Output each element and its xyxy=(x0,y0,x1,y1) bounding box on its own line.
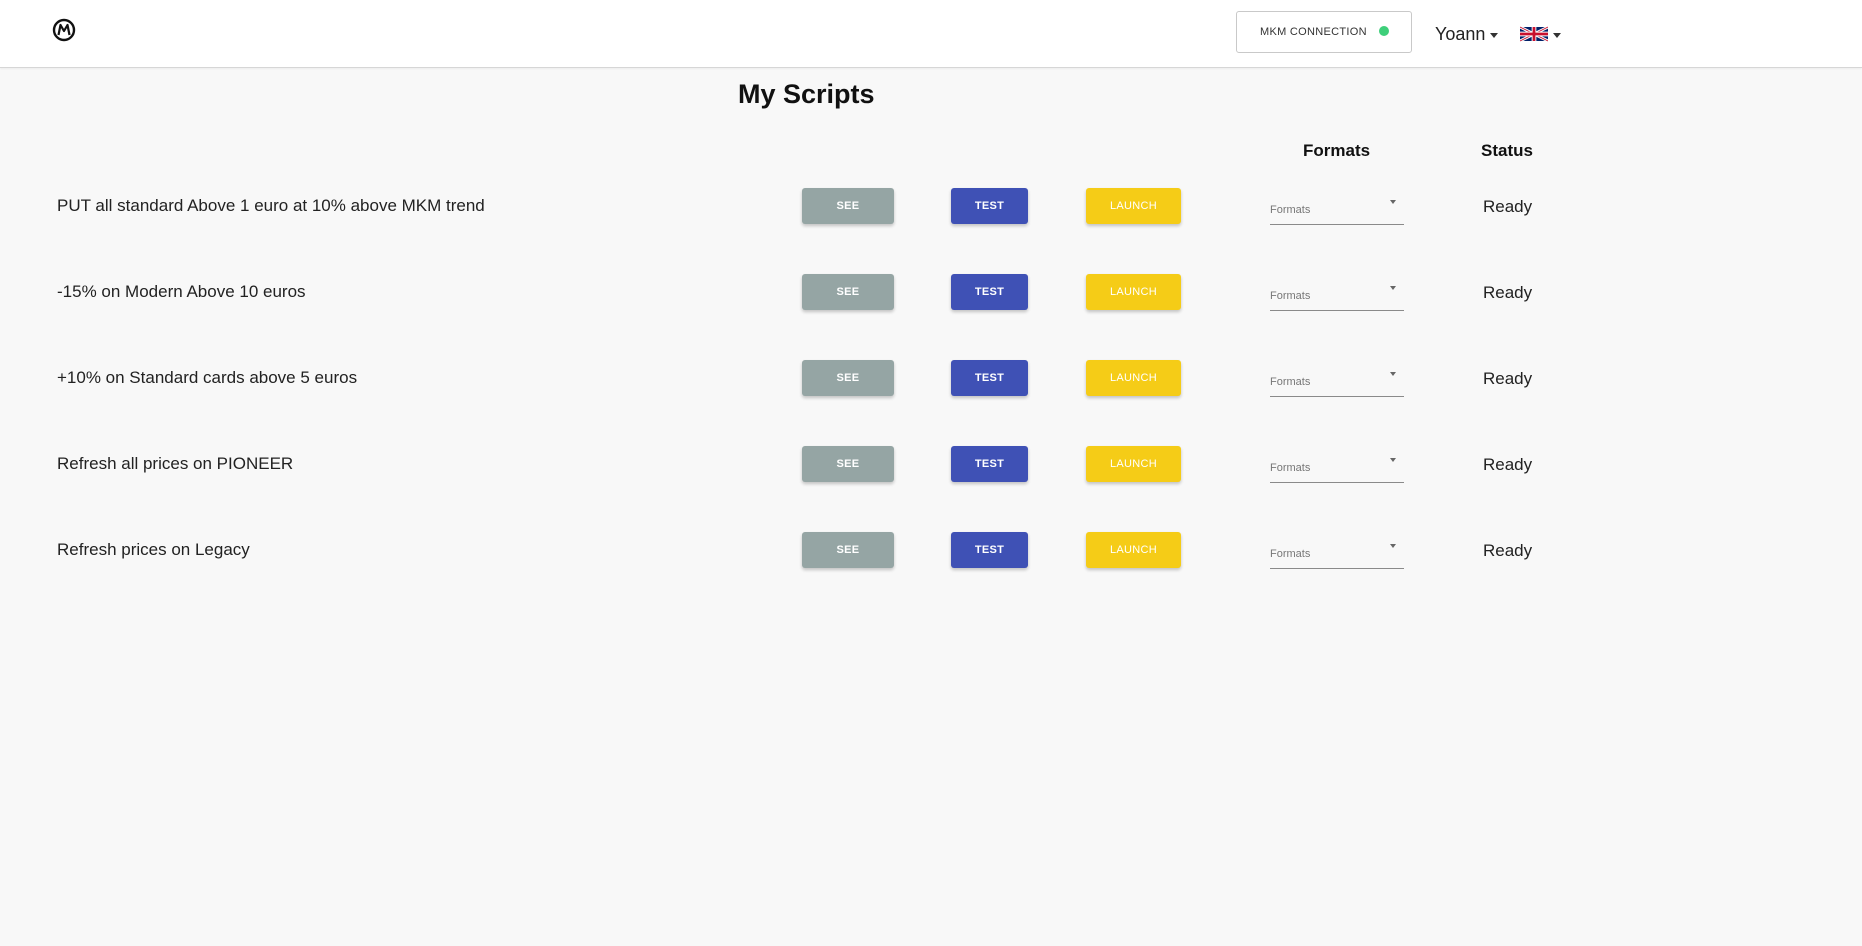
mkm-connection-label: MKM CONNECTION xyxy=(1260,26,1367,38)
formats-select[interactable]: Formats xyxy=(1270,194,1404,225)
test-button[interactable]: TEST xyxy=(951,446,1028,482)
chevron-down-icon xyxy=(1490,33,1499,38)
status-text: Ready xyxy=(1483,369,1533,388)
status-text: Ready xyxy=(1483,455,1533,474)
dropdown-arrow-icon xyxy=(1390,372,1396,376)
script-row: PUT all standard Above 1 euro at 10% abo… xyxy=(0,188,1862,228)
language-selector[interactable] xyxy=(1520,25,1561,43)
script-name: Refresh all prices on PIONEER xyxy=(57,454,294,473)
column-header-formats: Formats xyxy=(1303,141,1371,160)
see-button[interactable]: SEE xyxy=(802,532,894,568)
script-row: -15% on Modern Above 10 euros SEE TEST LAUN… xyxy=(0,274,1862,314)
test-button[interactable]: TEST xyxy=(951,274,1028,310)
formats-placeholder: Formats xyxy=(1270,204,1311,216)
user-menu[interactable]: Yoann xyxy=(1435,22,1499,46)
connection-status-dot xyxy=(1378,26,1389,36)
dropdown-arrow-icon xyxy=(1390,458,1396,462)
status-text: Ready xyxy=(1483,541,1533,560)
launch-button[interactable]: LAUNCH xyxy=(1086,532,1181,568)
test-button[interactable]: TEST xyxy=(951,360,1028,396)
test-button[interactable]: TEST xyxy=(951,188,1028,224)
formats-placeholder: Formats xyxy=(1270,376,1311,388)
user-name: Yoann xyxy=(1435,23,1486,44)
formats-select[interactable]: Formats xyxy=(1270,280,1404,311)
test-button[interactable]: TEST xyxy=(951,532,1028,568)
uk-flag-icon xyxy=(1520,26,1548,42)
script-name: -15% on Modern Above 10 euros xyxy=(57,282,306,301)
dropdown-arrow-icon xyxy=(1390,286,1396,290)
dropdown-arrow-icon xyxy=(1390,544,1396,548)
status-text: Ready xyxy=(1483,283,1533,302)
mkm-connection-button[interactable]: MKM CONNECTION xyxy=(1236,11,1412,53)
formats-placeholder: Formats xyxy=(1270,290,1311,302)
see-button[interactable]: SEE xyxy=(802,446,894,482)
dropdown-arrow-icon xyxy=(1390,200,1396,204)
status-text: Ready xyxy=(1483,197,1533,216)
launch-button[interactable]: LAUNCH xyxy=(1086,446,1181,482)
formats-placeholder: Formats xyxy=(1270,548,1311,560)
script-name: +10% on Standard cards above 5 euros xyxy=(57,368,358,387)
column-header-status: Status xyxy=(1481,141,1533,160)
see-button[interactable]: SEE xyxy=(802,274,894,310)
script-name: Refresh prices on Legacy xyxy=(57,540,250,559)
see-button[interactable]: SEE xyxy=(802,188,894,224)
top-bar: MKM CONNECTION Yoann xyxy=(0,0,1862,68)
formats-placeholder: Formats xyxy=(1270,462,1311,474)
logo-icon[interactable] xyxy=(52,18,76,42)
page-title: My Scripts xyxy=(738,79,875,109)
launch-button[interactable]: LAUNCH xyxy=(1086,360,1181,396)
script-name: PUT all standard Above 1 euro at 10% abo… xyxy=(57,196,485,215)
formats-select[interactable]: Formats xyxy=(1270,452,1404,483)
script-row: +10% on Standard cards above 5 euros SEE T… xyxy=(0,360,1862,400)
launch-button[interactable]: LAUNCH xyxy=(1086,274,1181,310)
formats-select[interactable]: Formats xyxy=(1270,366,1404,397)
chevron-down-icon xyxy=(1553,33,1561,38)
script-row: Refresh prices on Legacy SEE TEST LAUNCH For… xyxy=(0,532,1862,572)
see-button[interactable]: SEE xyxy=(802,360,894,396)
script-row: Refresh all prices on PIONEER SEE TEST LAUN… xyxy=(0,446,1862,486)
launch-button[interactable]: LAUNCH xyxy=(1086,188,1181,224)
formats-select[interactable]: Formats xyxy=(1270,538,1404,569)
